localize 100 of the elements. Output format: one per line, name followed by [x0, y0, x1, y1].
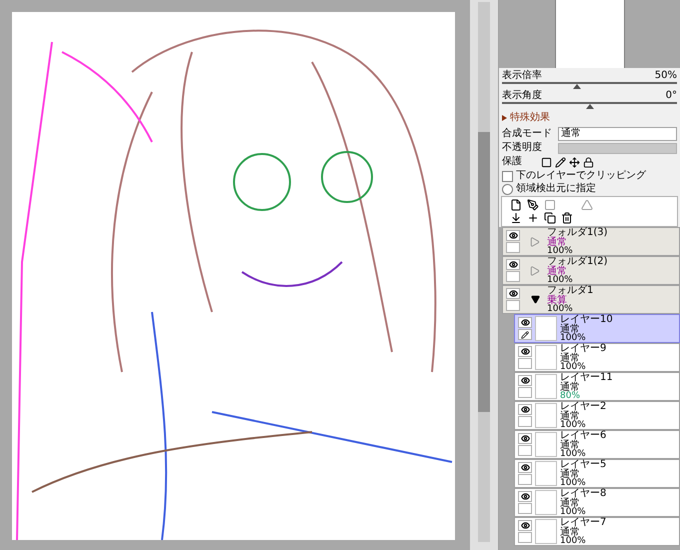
layer-opacity: 80% — [560, 392, 582, 400]
radio-label: 領域検出元に指定 — [516, 183, 596, 195]
layer-row[interactable]: レイヤー7 通常 100% — [514, 517, 680, 546]
opacity-label: 不透明度 — [502, 142, 543, 154]
visibility-toggle[interactable] — [506, 259, 520, 270]
layer-row[interactable]: レイヤー8 通常 100% — [514, 488, 680, 517]
eye-icon — [520, 521, 530, 530]
clipping-checkbox[interactable] — [502, 170, 513, 182]
edit-indicator — [518, 387, 532, 398]
triangle-icon[interactable] — [581, 199, 593, 211]
blend-mode: 通常 — [560, 528, 580, 537]
copy-icon[interactable] — [544, 212, 556, 224]
folder-row[interactable]: フォルダ1(3) 通常 100% — [502, 227, 680, 256]
slider-thumb[interactable] — [573, 84, 582, 89]
blend-mode-label: 合成モード — [502, 128, 553, 140]
layer-row[interactable]: レイヤー11 通常 80% — [514, 372, 680, 401]
slider-track[interactable] — [502, 82, 677, 88]
scrollbar-thumb[interactable] — [478, 132, 490, 412]
section-toggle[interactable]: 特殊効果 — [502, 112, 550, 124]
edit-indicator — [518, 416, 532, 427]
slider-track[interactable] — [502, 102, 677, 108]
eye-icon — [520, 318, 530, 327]
layer-row[interactable]: レイヤー2 通常 100% — [514, 401, 680, 430]
layer-name: フォルダ1(2) — [547, 257, 608, 266]
eye-icon — [520, 434, 530, 443]
visibility-toggle[interactable] — [518, 404, 532, 415]
layer-row[interactable]: レイヤー5 通常 100% — [514, 459, 680, 488]
layer-opacity: 100% — [560, 334, 587, 342]
layer-thumbnail — [535, 374, 557, 399]
visibility-toggle[interactable] — [518, 375, 532, 386]
navigator-thumbnail[interactable] — [554, 0, 624, 68]
blend-mode-dropdown[interactable]: 通常 — [558, 127, 677, 141]
layer-name: レイヤー5 — [560, 460, 606, 470]
layer-name: レイヤー7 — [560, 518, 606, 528]
folder-row[interactable]: フォルダ1 乗算 100% — [502, 285, 680, 314]
new-layer-icon[interactable] — [510, 199, 522, 211]
blend-mode: 通常 — [560, 412, 580, 421]
eye-icon — [520, 405, 530, 414]
move-icon[interactable] — [569, 156, 580, 168]
layer-opacity: 100% — [560, 421, 587, 429]
visibility-toggle[interactable] — [506, 288, 520, 299]
folder-row[interactable]: フォルダ1(2) 通常 100% — [502, 256, 680, 285]
plus-icon[interactable] — [527, 212, 539, 224]
layer-name: レイヤー8 — [560, 489, 606, 498]
edit-indicator — [518, 474, 532, 485]
blend-mode: 通常 — [547, 266, 567, 276]
layer-row[interactable]: レイヤー6 通常 100% — [514, 430, 680, 459]
merge-down-icon[interactable] — [510, 212, 522, 224]
eye-icon — [520, 347, 530, 356]
visibility-toggle[interactable] — [518, 520, 532, 531]
blend-mode: 通常 — [560, 470, 580, 479]
slider-label: 表示角度 — [502, 90, 542, 102]
visibility-toggle[interactable] — [518, 491, 532, 502]
layer-thumbnail — [535, 519, 557, 544]
edit-indicator — [518, 532, 532, 543]
edit-indicator — [506, 271, 520, 282]
layer-thumbnail — [535, 345, 557, 370]
layer-row[interactable]: レイヤー9 通常 100% — [514, 343, 680, 372]
blend-mode: 通常 — [560, 324, 580, 334]
pen-tool-icon[interactable] — [527, 199, 539, 211]
blend-mode: 通常 — [560, 498, 580, 508]
layer-thumbnail — [535, 490, 557, 515]
visibility-toggle[interactable] — [518, 462, 532, 473]
slider-reading: 0° — [666, 90, 677, 102]
layer-name: レイヤー10 — [560, 315, 613, 324]
layer-opacity: 100% — [560, 363, 587, 371]
layer-name: レイヤー2 — [560, 402, 606, 412]
trash-icon[interactable] — [561, 212, 573, 224]
lock-icon[interactable] — [583, 156, 594, 168]
edit-indicator — [506, 300, 520, 311]
layer-name: レイヤー11 — [560, 373, 613, 382]
collapsed-triangle-icon — [530, 266, 540, 276]
layer-opacity: 100% — [547, 276, 574, 284]
blend-mode: 通常 — [560, 440, 580, 450]
blend-mode: 通常 — [547, 238, 567, 247]
edit-indicator — [506, 242, 520, 253]
layer-opacity: 100% — [560, 537, 587, 545]
eye-icon — [520, 492, 530, 501]
blend-mode: 乗算 — [547, 296, 567, 305]
edit-indicator — [518, 503, 532, 514]
detect-radio[interactable] — [502, 184, 513, 194]
layer-row[interactable]: レイヤー10 通常 100% — [514, 314, 680, 343]
scrollbar-track[interactable] — [478, 2, 490, 542]
layer-opacity: 100% — [547, 247, 574, 255]
visibility-toggle[interactable] — [506, 230, 520, 241]
edit-indicator — [518, 358, 532, 369]
triangle-icon — [502, 115, 507, 121]
edit-indicator — [518, 445, 532, 456]
slider-thumb[interactable] — [586, 104, 594, 109]
layer-name: フォルダ1 — [547, 286, 594, 296]
visibility-toggle[interactable] — [518, 433, 532, 444]
visibility-toggle[interactable] — [518, 317, 532, 328]
layer-thumbnail — [535, 403, 557, 428]
layer-opacity: 100% — [560, 450, 587, 458]
slider-label: 表示倍率 — [502, 70, 542, 82]
visibility-toggle[interactable] — [518, 346, 532, 357]
pencil-icon[interactable] — [555, 156, 566, 168]
eye-icon — [520, 376, 530, 385]
eye-icon — [520, 463, 530, 472]
blend-mode: 通常 — [560, 354, 580, 363]
